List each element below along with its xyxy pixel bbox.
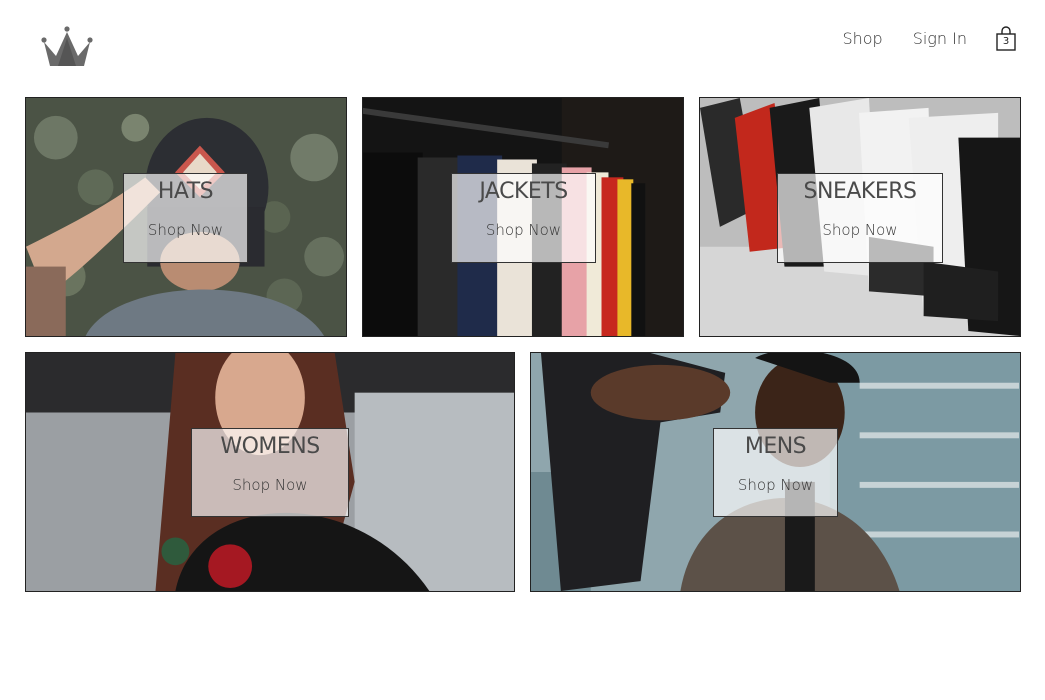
category-label: SNEAKERS Shop Now (777, 173, 943, 263)
nav-shop-link[interactable]: Shop (842, 28, 882, 50)
shop-now-link[interactable]: Shop Now (192, 475, 348, 495)
category-title: JACKETS (479, 179, 568, 204)
category-title: MENS (744, 434, 807, 459)
cart-count-badge: 3 (1002, 36, 1010, 47)
category-title: HATS (157, 179, 214, 204)
shop-now-link[interactable]: Shop Now (778, 220, 942, 240)
shop-now-link[interactable]: Shop Now (452, 220, 595, 240)
category-label: HATS Shop Now (123, 173, 248, 263)
category-label: WOMENS Shop Now (191, 428, 349, 517)
category-label: MENS Shop Now (713, 428, 838, 517)
site-header: Shop Sign In 3 (0, 0, 1045, 90)
cart-button[interactable]: 3 (995, 26, 1017, 52)
main-nav: Shop Sign In 3 (812, 26, 1017, 52)
category-tile-sneakers[interactable]: SNEAKERS Shop Now (699, 97, 1021, 337)
shop-now-link[interactable]: Shop Now (124, 220, 247, 240)
category-label: JACKETS Shop Now (451, 173, 596, 263)
category-title: WOMENS (220, 434, 320, 459)
crown-logo-icon[interactable] (38, 24, 96, 70)
category-tile-hats[interactable]: HATS Shop Now (25, 97, 347, 337)
category-tile-mens[interactable]: MENS Shop Now (530, 352, 1021, 592)
category-tile-womens[interactable]: WOMENS Shop Now (25, 352, 515, 592)
category-tile-jackets[interactable]: JACKETS Shop Now (362, 97, 684, 337)
nav-sign-in-link[interactable]: Sign In (913, 28, 967, 50)
shop-now-link[interactable]: Shop Now (714, 475, 837, 495)
category-title: SNEAKERS (803, 179, 917, 204)
